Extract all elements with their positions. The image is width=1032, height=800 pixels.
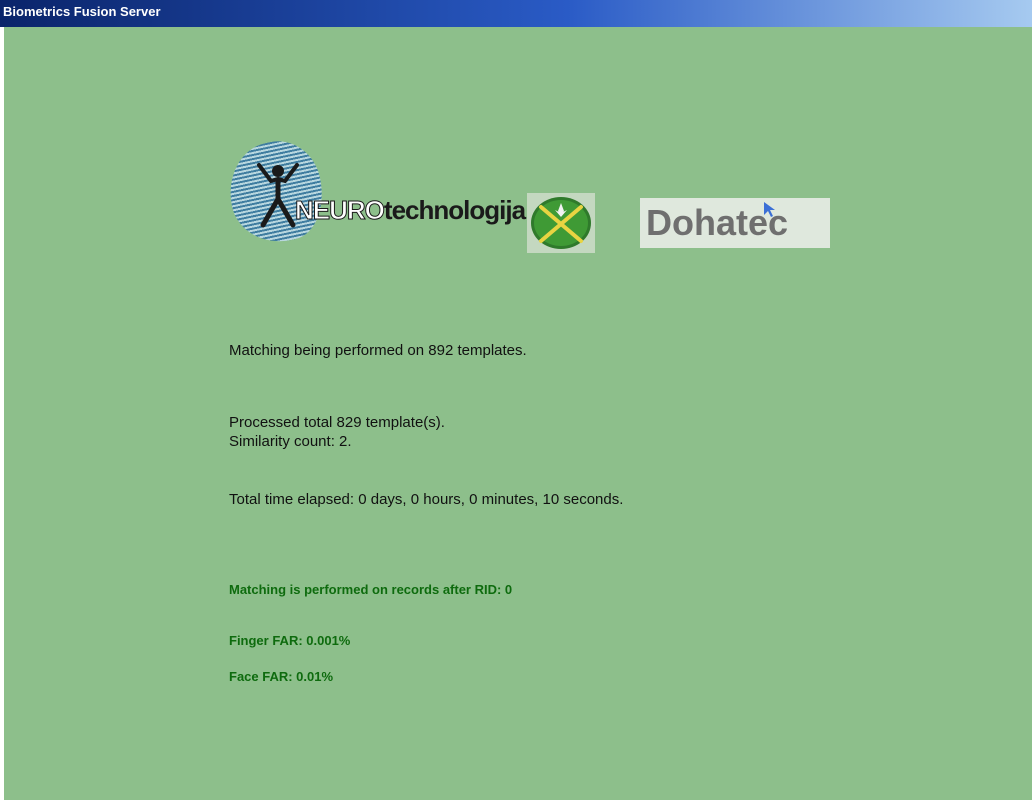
main-panel (4, 27, 1032, 800)
neuro-text: NEURO (295, 195, 386, 226)
matching-templates-text: Matching being performed on 892 template… (229, 342, 527, 359)
similarity-count-text: Similarity count: 2. (229, 433, 352, 450)
neurotechnologija-logo: NEUROtechnologija (220, 133, 526, 251)
crossed-swords-emblem-icon (527, 193, 595, 253)
rid-info-text: Matching is performed on records after R… (229, 582, 513, 597)
processed-total-text: Processed total 829 template(s). (229, 414, 445, 431)
neurotechnologija-wordmark: NEUROtechnologija (295, 195, 527, 226)
technologija-text: technologija (383, 195, 526, 225)
cursor-arrow-icon (764, 202, 775, 217)
dohatec-logo: Dohatec (640, 198, 830, 248)
time-elapsed-text: Total time elapsed: 0 days, 0 hours, 0 m… (229, 491, 624, 508)
app-window: Biometrics Fusion Server NEUROtechnologi… (0, 0, 1032, 800)
title-bar[interactable]: Biometrics Fusion Server (0, 0, 1032, 27)
window-title: Biometrics Fusion Server (3, 4, 161, 19)
finger-far-text: Finger FAR: 0.001% (229, 633, 351, 648)
face-far-text: Face FAR: 0.01% (229, 669, 334, 684)
